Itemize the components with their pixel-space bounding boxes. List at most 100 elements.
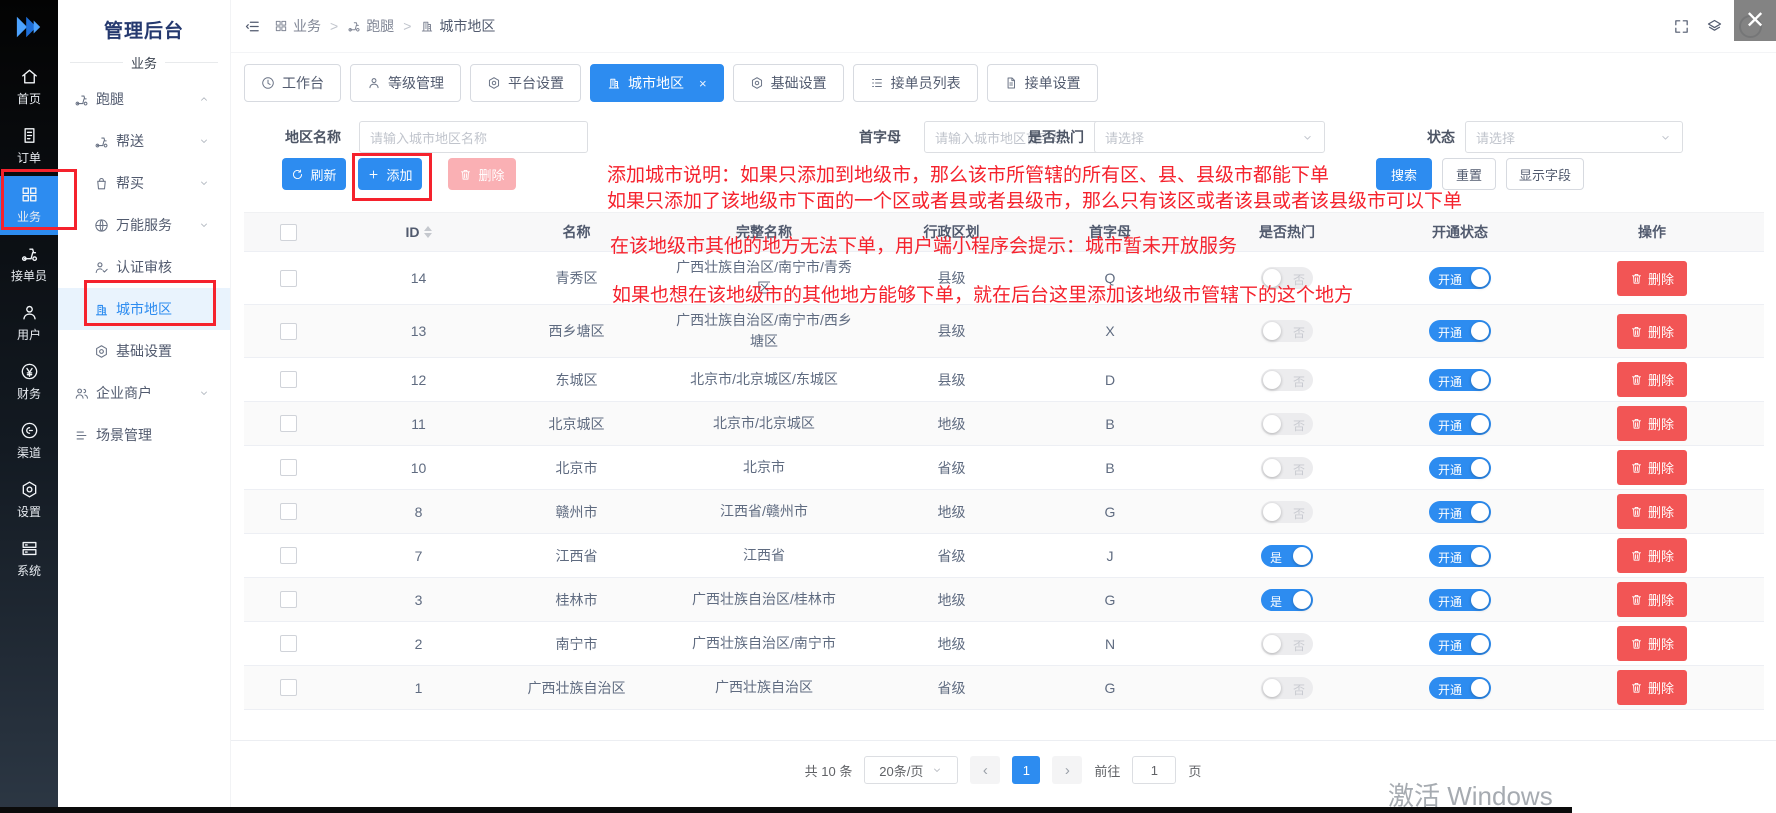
row-checkbox[interactable] (280, 547, 297, 564)
chevron-down-icon[interactable] (198, 177, 210, 189)
tab-city-region[interactable]: 城市地区× (590, 64, 724, 102)
rail-item-settings[interactable]: 设置 (0, 471, 58, 530)
tab-close-icon[interactable]: × (699, 76, 707, 91)
current-page-button[interactable]: 1 (1012, 756, 1040, 784)
row-checkbox[interactable] (280, 679, 297, 696)
toggle-label: 开通 (1438, 271, 1462, 288)
select-all-checkbox[interactable] (280, 224, 297, 241)
status-select[interactable]: 请选择 (1465, 121, 1683, 153)
rail-item-order[interactable]: 订单 (0, 117, 58, 176)
hot-toggle[interactable]: 否 (1261, 677, 1313, 699)
rail-item-business[interactable]: 业务 (0, 176, 58, 235)
fullscreen-icon[interactable] (1673, 18, 1690, 35)
open-status-toggle[interactable]: 开通 (1429, 457, 1491, 479)
row-delete-button[interactable]: 删除 (1617, 494, 1687, 529)
cell-admin-level: 省级 (880, 666, 1023, 709)
hot-toggle[interactable]: 否 (1261, 369, 1313, 391)
row-checkbox[interactable] (280, 415, 297, 432)
open-status-toggle[interactable]: 开通 (1429, 369, 1491, 391)
open-status-toggle[interactable]: 开通 (1429, 677, 1491, 699)
row-checkbox[interactable] (280, 323, 297, 340)
chevron-down-icon[interactable] (198, 387, 210, 399)
sidebar-item-bangsong[interactable]: 帮送 (58, 120, 230, 162)
row-delete-button[interactable]: 删除 (1617, 450, 1687, 485)
sidebar-item-renzheng[interactable]: 认证审核 (58, 246, 230, 288)
hot-toggle[interactable]: 否 (1261, 413, 1313, 435)
breadcrumb-item-business[interactable]: 业务 (274, 16, 321, 36)
full-name-text: 广西壮族自治区/南宁市/西乡塘区 (676, 310, 852, 352)
open-status-toggle[interactable]: 开通 (1429, 633, 1491, 655)
hot-toggle[interactable]: 否 (1261, 633, 1313, 655)
col-header-id[interactable]: ID (332, 213, 505, 251)
row-delete-button[interactable]: 删除 (1617, 538, 1687, 573)
search-button[interactable]: 搜索 (1376, 158, 1432, 190)
sidebar-item-scene[interactable]: 场景管理 (58, 414, 230, 456)
region-name-input[interactable]: 请输入城市地区名称 (359, 121, 588, 153)
open-status-toggle[interactable]: 开通 (1429, 267, 1491, 289)
open-status-toggle[interactable]: 开通 (1429, 545, 1491, 567)
hot-toggle[interactable]: 否 (1261, 267, 1313, 289)
hot-toggle[interactable]: 否 (1261, 320, 1313, 342)
open-status-toggle[interactable]: 开通 (1429, 501, 1491, 523)
show-fields-button[interactable]: 显示字段 (1506, 158, 1584, 190)
row-delete-button[interactable]: 删除 (1617, 362, 1687, 397)
rail-item-home[interactable]: 首页 (0, 58, 58, 117)
chevron-down-icon[interactable] (198, 135, 210, 147)
sidebar-item-bangmai[interactable]: 帮买 (58, 162, 230, 204)
hot-toggle[interactable]: 是 (1261, 589, 1313, 611)
tab-courier-list[interactable]: 接单员列表 (853, 64, 978, 102)
row-delete-button[interactable]: 删除 (1617, 582, 1687, 617)
row-checkbox[interactable] (280, 270, 297, 287)
next-page-button[interactable]: › (1052, 756, 1082, 784)
collapse-sidebar-icon[interactable] (244, 18, 261, 35)
open-status-toggle[interactable]: 开通 (1429, 413, 1491, 435)
row-checkbox[interactable] (280, 591, 297, 608)
hot-toggle[interactable]: 否 (1261, 501, 1313, 523)
hot-toggle[interactable]: 是 (1261, 545, 1313, 567)
tab-base-setting[interactable]: 基础设置 (733, 64, 844, 102)
sidebar-item-wanneng[interactable]: 万能服务 (58, 204, 230, 246)
sort-caret-icon[interactable] (424, 226, 432, 238)
reset-button[interactable]: 重置 (1442, 158, 1496, 190)
tab-platform-set[interactable]: 平台设置 (470, 64, 581, 102)
chevron-up-icon[interactable] (198, 93, 210, 105)
gear-icon (487, 76, 501, 90)
row-delete-button[interactable]: 删除 (1617, 406, 1687, 441)
delete-button[interactable]: 删除 (448, 158, 516, 190)
add-button[interactable]: 添加 (358, 158, 422, 190)
row-delete-button[interactable]: 删除 (1617, 670, 1687, 705)
goto-page-input[interactable]: 1 (1132, 756, 1176, 784)
row-checkbox[interactable] (280, 459, 297, 476)
row-delete-button[interactable]: 删除 (1617, 314, 1687, 349)
chevron-down-icon[interactable] (198, 219, 210, 231)
row-delete-button[interactable]: 删除 (1617, 261, 1687, 296)
layers-icon[interactable] (1706, 18, 1723, 35)
tab-order-set[interactable]: 接单设置 (987, 64, 1098, 102)
rail-item-courier[interactable]: 接单员 (0, 235, 58, 294)
sidebar-item-city-region[interactable]: 城市地区 (58, 288, 230, 330)
tab-level-mgmt[interactable]: 等级管理 (350, 64, 461, 102)
page-size-select[interactable]: 20条/页 (864, 756, 958, 784)
row-checkbox[interactable] (280, 503, 297, 520)
rail-item-user[interactable]: 用户 (0, 294, 58, 353)
open-status-toggle[interactable]: 开通 (1429, 589, 1491, 611)
hot-select[interactable]: 请选择 (1094, 121, 1325, 153)
rail-item-finance[interactable]: 财务 (0, 353, 58, 412)
rail-item-system[interactable]: 系统 (0, 530, 58, 589)
sidebar-item-base-setting[interactable]: 基础设置 (58, 330, 230, 372)
breadcrumb-item-paotui[interactable]: 跑腿 (347, 16, 394, 36)
tab-workbench[interactable]: 工作台 (244, 64, 341, 102)
row-checkbox[interactable] (280, 635, 297, 652)
refresh-button[interactable]: 刷新 (282, 158, 346, 190)
row-checkbox[interactable] (280, 371, 297, 388)
app-logo[interactable] (12, 12, 46, 42)
sidebar-item-enterprise[interactable]: 企业商户 (58, 372, 230, 414)
hot-toggle[interactable]: 否 (1261, 457, 1313, 479)
sidebar-item-paotui[interactable]: 跑腿 (58, 78, 230, 120)
rail-item-channel[interactable]: 渠道 (0, 412, 58, 471)
breadcrumb-item-city-region[interactable]: 城市地区 (420, 16, 495, 36)
close-overlay-button[interactable]: ✕ (1734, 0, 1776, 41)
open-status-toggle[interactable]: 开通 (1429, 320, 1491, 342)
prev-page-button[interactable]: ‹ (970, 756, 1000, 784)
row-delete-button[interactable]: 删除 (1617, 626, 1687, 661)
